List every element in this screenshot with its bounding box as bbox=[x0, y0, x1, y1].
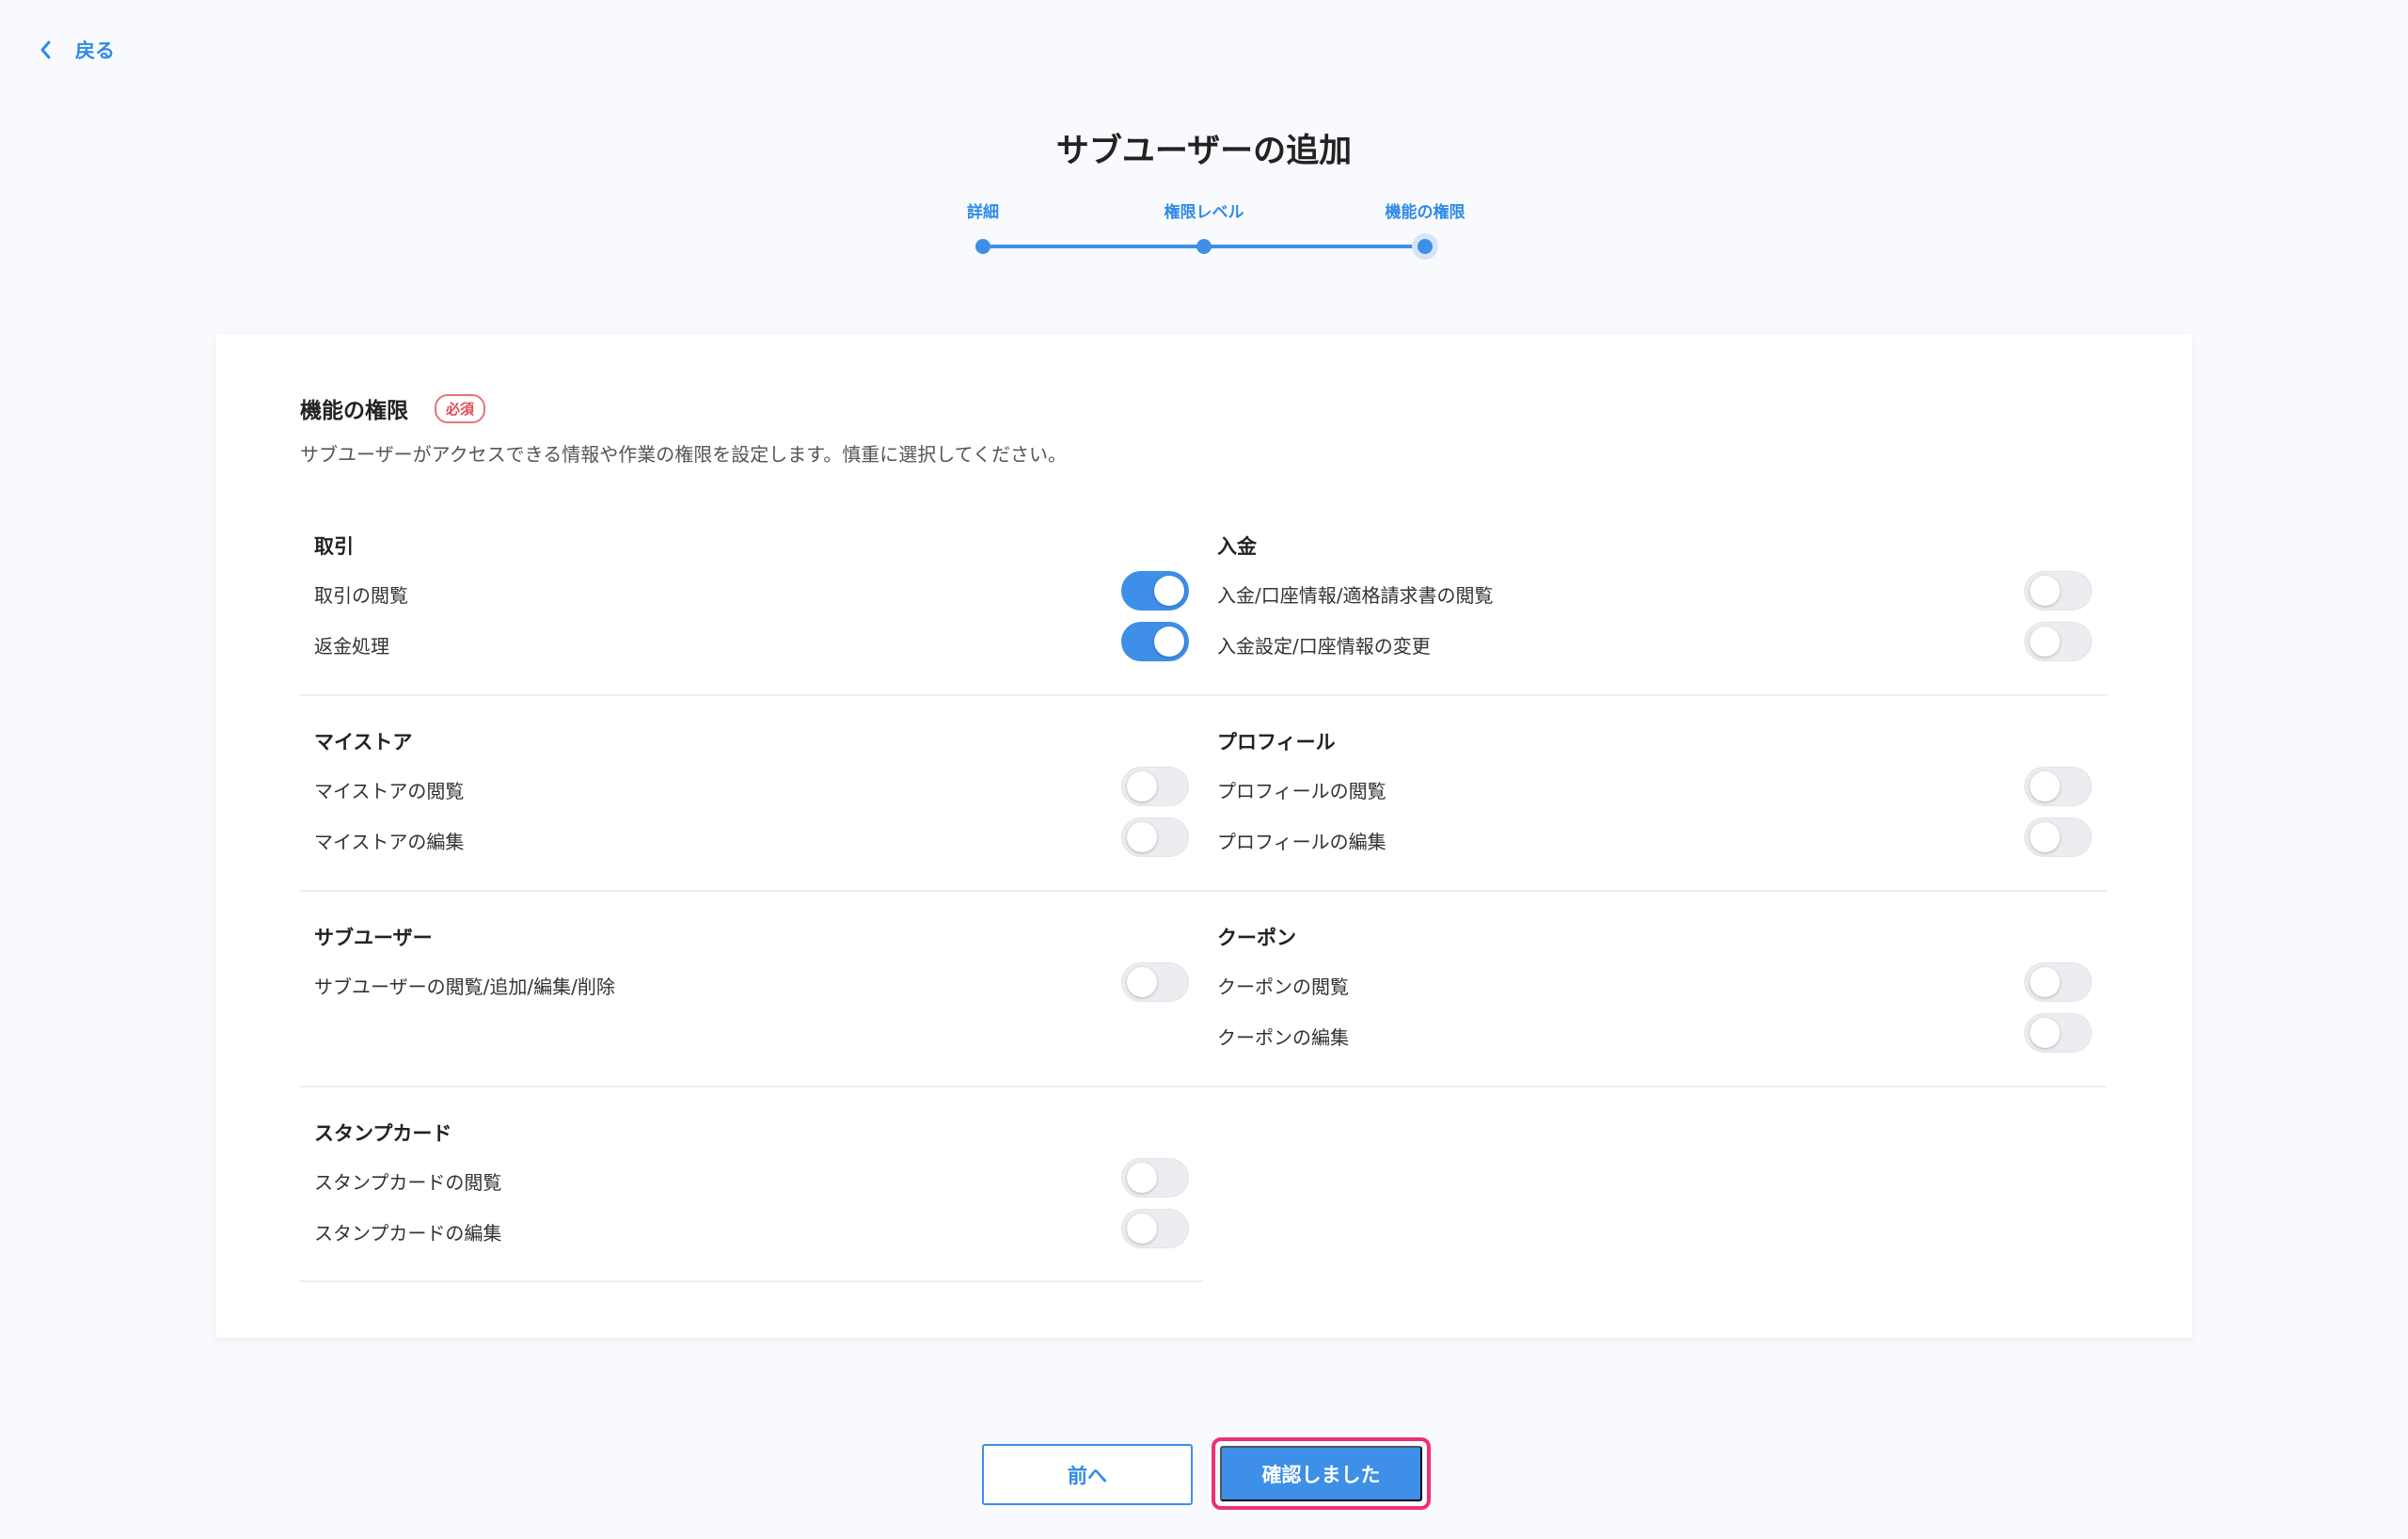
row-divider bbox=[300, 890, 2107, 892]
step-dot-3-current bbox=[1418, 239, 1433, 254]
toggle-knob bbox=[2030, 967, 2060, 997]
perm-row: プロフィールの編集 bbox=[1217, 817, 2092, 859]
card-title: 機能の権限 bbox=[300, 399, 408, 423]
perm-row: 取引の閲覧 bbox=[314, 571, 1189, 612]
previous-button[interactable]: 前へ bbox=[982, 1444, 1193, 1505]
permission-toggle[interactable] bbox=[1121, 767, 1189, 806]
group-title: プロフィール bbox=[1217, 731, 1336, 754]
confirm-button-highlight: 確認しました bbox=[1212, 1437, 1431, 1510]
perm-row: スタンプカードの編集 bbox=[314, 1209, 1189, 1250]
group-title: 入金 bbox=[1217, 535, 1257, 558]
perm-label: プロフィールの閲覧 bbox=[1217, 780, 1386, 802]
permission-toggle[interactable] bbox=[1121, 817, 1189, 857]
step-label-feature-permissions: 機能の権限 bbox=[1385, 203, 1465, 222]
perm-label: 返金処理 bbox=[314, 635, 389, 658]
group-title: サブユーザー bbox=[314, 927, 433, 949]
permission-toggle[interactable] bbox=[1121, 571, 1189, 611]
perm-row: 返金処理 bbox=[314, 622, 1189, 663]
perm-row: クーポンの編集 bbox=[1217, 1013, 2092, 1055]
row-divider bbox=[300, 1086, 2107, 1087]
toggle-knob bbox=[2030, 822, 2060, 852]
card-description: サブユーザーがアクセスできる情報や作業の権限を設定します。慎重に選択してください… bbox=[300, 443, 1067, 466]
toggle-knob bbox=[1127, 967, 1157, 997]
back-label: 戻る bbox=[75, 40, 115, 62]
group-title: クーポン bbox=[1217, 927, 1296, 949]
perm-label: プロフィールの編集 bbox=[1217, 831, 1386, 853]
permission-toggle[interactable] bbox=[2024, 817, 2092, 857]
perm-row: 入金設定/口座情報の変更 bbox=[1217, 622, 2092, 663]
required-badge: 必須 bbox=[435, 393, 486, 423]
page-title: サブユーザーの追加 bbox=[1055, 133, 1353, 170]
permission-toggle[interactable] bbox=[2024, 622, 2092, 661]
step-label-permission-level: 権限レベル bbox=[1164, 203, 1244, 222]
perm-row: クーポンの閲覧 bbox=[1217, 962, 2092, 1004]
step-dot-2 bbox=[1196, 239, 1212, 254]
permission-toggle[interactable] bbox=[1121, 622, 1189, 661]
permission-toggle[interactable] bbox=[1121, 1158, 1189, 1198]
toggle-knob bbox=[2030, 771, 2060, 801]
perm-label: マイストアの閲覧 bbox=[314, 780, 465, 802]
permissions-card: 機能の権限 必須 サブユーザーがアクセスできる情報や作業の権限を設定します。慎重… bbox=[216, 334, 2192, 1338]
perm-label: スタンプカードの編集 bbox=[314, 1222, 502, 1245]
perm-row: 入金/口座情報/適格請求書の閲覧 bbox=[1217, 571, 2092, 612]
row-divider bbox=[300, 1280, 1203, 1282]
perm-row: スタンプカードの閲覧 bbox=[314, 1158, 1189, 1199]
toggle-knob bbox=[1127, 1163, 1157, 1193]
perm-label: 入金設定/口座情報の変更 bbox=[1217, 635, 1431, 658]
step-label-details: 詳細 bbox=[967, 203, 999, 222]
toggle-knob bbox=[1127, 771, 1157, 801]
toggle-knob bbox=[1127, 1214, 1157, 1244]
stepper: 詳細 権限レベル 機能の権限 bbox=[941, 193, 1467, 268]
permission-toggle[interactable] bbox=[2024, 571, 2092, 611]
toggle-knob bbox=[1127, 822, 1157, 852]
toggle-knob bbox=[1154, 627, 1184, 657]
row-divider bbox=[300, 694, 2107, 696]
perm-row: プロフィールの閲覧 bbox=[1217, 767, 2092, 808]
permission-toggle[interactable] bbox=[1121, 1209, 1189, 1248]
chevron-left-icon bbox=[40, 40, 51, 59]
perm-row: マイストアの閲覧 bbox=[314, 767, 1189, 808]
perm-label: クーポンの閲覧 bbox=[1217, 976, 1349, 998]
card-header: 機能の権限 必須 bbox=[300, 392, 486, 424]
toggle-knob bbox=[2030, 627, 2060, 657]
back-link[interactable]: 戻る bbox=[38, 36, 115, 64]
toggle-knob bbox=[1154, 576, 1184, 606]
perm-label: 取引の閲覧 bbox=[314, 584, 408, 607]
permission-toggle[interactable] bbox=[2024, 962, 2092, 1002]
group-title: マイストア bbox=[314, 731, 413, 754]
permission-toggle[interactable] bbox=[2024, 767, 2092, 806]
perm-label: スタンプカードの閲覧 bbox=[314, 1171, 502, 1194]
toggle-knob bbox=[2030, 576, 2060, 606]
perm-label: サブユーザーの閲覧/追加/編集/削除 bbox=[314, 976, 615, 998]
group-title: スタンプカード bbox=[314, 1122, 452, 1145]
perm-label: クーポンの編集 bbox=[1217, 1026, 1349, 1049]
perm-row: マイストアの編集 bbox=[314, 817, 1189, 859]
confirm-button[interactable]: 確認しました bbox=[1220, 1446, 1422, 1501]
perm-label: マイストアの編集 bbox=[314, 831, 465, 853]
perm-label: 入金/口座情報/適格請求書の閲覧 bbox=[1217, 584, 1494, 607]
permission-toggle[interactable] bbox=[2024, 1013, 2092, 1053]
step-dot-1 bbox=[975, 239, 990, 254]
toggle-knob bbox=[2030, 1018, 2060, 1048]
group-title: 取引 bbox=[314, 535, 354, 558]
perm-row: サブユーザーの閲覧/追加/編集/削除 bbox=[314, 962, 1189, 1004]
permission-toggle[interactable] bbox=[1121, 962, 1189, 1002]
